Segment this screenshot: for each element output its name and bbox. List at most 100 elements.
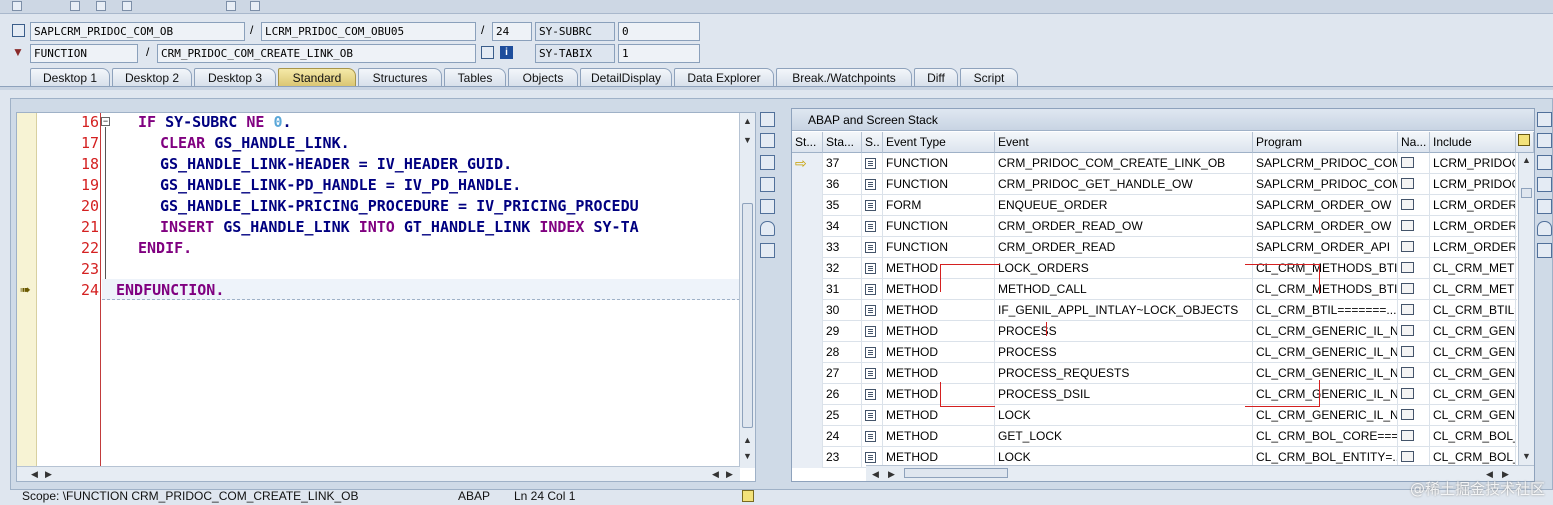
display-source-icon[interactable] (1401, 409, 1414, 420)
navigate-cell[interactable] (1398, 258, 1430, 279)
display-source-icon[interactable] (1401, 178, 1414, 189)
scroll-thumb[interactable] (904, 468, 1008, 478)
navigate-cell[interactable] (1398, 195, 1430, 216)
navigate-cell[interactable] (1398, 405, 1430, 426)
row-selector[interactable] (792, 216, 823, 237)
row-selector[interactable] (792, 174, 823, 195)
display-source-icon[interactable] (1401, 220, 1414, 231)
event-field[interactable]: CRM_PRIDOC_COM_CREATE_LINK_OB (157, 44, 476, 63)
toolbar-button[interactable] (70, 1, 80, 11)
toolbar-button[interactable] (226, 1, 236, 11)
stack-row[interactable]: 33 FUNCTION CRM_ORDER_READ SAPLCRM_ORDER_AP… (792, 237, 1517, 258)
swap-tool-icon[interactable] (760, 155, 775, 170)
tab-structures[interactable]: Structures (358, 68, 442, 87)
toolbar-button[interactable] (122, 1, 132, 11)
system-variable-value[interactable]: 0 (618, 22, 700, 41)
stack-row[interactable]: 31 METHODMETHOD_CALLCL_CRM_METHODS_BTIL..… (792, 279, 1517, 300)
line-number-field[interactable]: 24 (492, 22, 532, 41)
settings-icon[interactable] (760, 243, 775, 258)
stack-vertical-scrollbar[interactable]: ▲ ▼ (1518, 153, 1534, 465)
resize-icon[interactable] (760, 199, 775, 214)
display-source-icon[interactable] (1401, 283, 1414, 294)
scroll-up-icon[interactable]: ▲ (1522, 155, 1531, 165)
scroll-thumb[interactable] (1521, 188, 1532, 198)
stack-row[interactable]: 32 METHODLOCK_ORDERSCL_CRM_METHODS_BTIL..… (792, 258, 1517, 279)
row-selector[interactable] (792, 195, 823, 216)
display-source-icon[interactable] (1401, 157, 1414, 168)
row-selector[interactable] (792, 300, 823, 321)
navigate-cell[interactable] (1398, 174, 1430, 195)
tab-data-explorer[interactable]: Data Explorer (674, 68, 774, 87)
source-code-editor[interactable]: ➠ 16 17 18 19 20 21 22 23 24 − IF SY-SUB… (16, 112, 756, 482)
stack-row[interactable]: 26 METHODPROCESS_DSILCL_CRM_GENERIC_IL_NE… (792, 384, 1517, 405)
navigate-cell[interactable] (1398, 363, 1430, 384)
row-selector[interactable] (792, 258, 823, 279)
event-type-field[interactable]: FUNCTION (30, 44, 138, 63)
scroll-right-icon[interactable]: ▶ (726, 469, 733, 479)
editor-horizontal-scrollbar[interactable]: ◀ ▶ ◀ ▶ (17, 466, 740, 481)
tab-objects[interactable]: Objects (508, 68, 578, 87)
navigate-cell[interactable] (1398, 153, 1430, 174)
display-source-icon[interactable] (1401, 199, 1414, 210)
stack-row[interactable]: 34 FUNCTION CRM_ORDER_READ_OW SAPLCRM_ORDER… (792, 216, 1517, 237)
system-variable-value[interactable]: 1 (618, 44, 700, 63)
tab-desktop-3[interactable]: Desktop 3 (194, 68, 276, 87)
info-icon[interactable]: i (500, 46, 513, 59)
column-header-stack-level[interactable]: Sta... (823, 132, 862, 153)
swap-tool-icon[interactable] (1537, 155, 1552, 170)
navigate-icon[interactable] (481, 46, 494, 59)
row-selector[interactable] (792, 384, 823, 405)
display-source-icon[interactable] (1401, 241, 1414, 252)
display-source-icon[interactable] (1401, 262, 1414, 273)
maximize-icon[interactable] (760, 177, 775, 192)
column-header-program[interactable]: Program (1253, 132, 1398, 153)
stack-row[interactable]: 35 FORM ENQUEUE_ORDER SAPLCRM_ORDER_OW LCRM_… (792, 195, 1517, 216)
column-header-event[interactable]: Event (995, 132, 1253, 153)
navigate-cell[interactable] (1398, 342, 1430, 363)
row-selector[interactable] (792, 237, 823, 258)
services-icon[interactable] (760, 221, 775, 236)
note-icon[interactable] (742, 490, 754, 502)
navigate-cell[interactable] (1398, 426, 1430, 447)
tab-detail-display[interactable]: DetailDisplay (580, 68, 672, 87)
scroll-left-icon[interactable]: ◀ (712, 469, 719, 479)
stack-row[interactable]: 36 FUNCTION CRM_PRIDOC_GET_HANDLE_OW SAPLCR… (792, 174, 1517, 195)
stack-row[interactable]: ⇨ 37 FUNCTION CRM_PRIDOC_COM_CREATE_LINK_OB… (792, 153, 1517, 174)
scroll-right-icon[interactable]: ▶ (888, 469, 895, 479)
navigate-cell[interactable] (1398, 279, 1430, 300)
column-header-s[interactable]: S.. (862, 132, 883, 153)
scroll-down-icon[interactable]: ▼ (743, 135, 752, 145)
column-header-status[interactable]: St... (792, 132, 823, 153)
display-source-icon[interactable] (1401, 304, 1414, 315)
include-field[interactable]: LCRM_PRIDOC_COM_OBU05 (261, 22, 476, 41)
tab-diff[interactable]: Diff (914, 68, 958, 87)
stack-row[interactable]: 25 METHODLOCKCL_CRM_GENERIC_IL_NE... CL_CR… (792, 405, 1517, 426)
scroll-up-icon[interactable]: ▲ (743, 116, 752, 126)
services-icon[interactable] (1537, 221, 1552, 236)
settings-icon[interactable] (1537, 243, 1552, 258)
column-header-navigate[interactable]: Na... (1398, 132, 1430, 153)
column-header-event-type[interactable]: Event Type (883, 132, 995, 153)
scroll-thumb[interactable] (742, 203, 753, 428)
toolbar-button[interactable] (12, 1, 22, 11)
row-selector[interactable] (792, 426, 823, 447)
new-tool-icon[interactable] (1537, 133, 1552, 148)
maximize-icon[interactable] (1537, 177, 1552, 192)
row-selector[interactable] (792, 321, 823, 342)
scroll-up-icon[interactable]: ▲ (743, 435, 752, 445)
column-settings-icon[interactable] (1516, 132, 1534, 153)
tab-desktop-2[interactable]: Desktop 2 (112, 68, 192, 87)
stack-row[interactable]: 30 METHOD IF_GENIL_APPL_INTLAY~LOCK_OBJECT… (792, 300, 1517, 321)
display-source-icon[interactable] (1401, 367, 1414, 378)
editor-vertical-scrollbar[interactable]: ▲ ▼ ▲ ▼ (739, 113, 755, 468)
display-source-icon[interactable] (1401, 451, 1414, 462)
row-selector[interactable] (792, 363, 823, 384)
scroll-left-icon[interactable]: ◀ (872, 469, 879, 479)
new-tool-icon[interactable] (760, 133, 775, 148)
tab-script[interactable]: Script (960, 68, 1018, 87)
tab-breakpoints-watchpoints[interactable]: Break./Watchpoints (776, 68, 912, 87)
scroll-down-icon[interactable]: ▼ (743, 451, 752, 461)
row-selector[interactable]: ⇨ (792, 153, 823, 174)
column-header-include[interactable]: Include (1430, 132, 1516, 153)
navigate-cell[interactable] (1398, 216, 1430, 237)
